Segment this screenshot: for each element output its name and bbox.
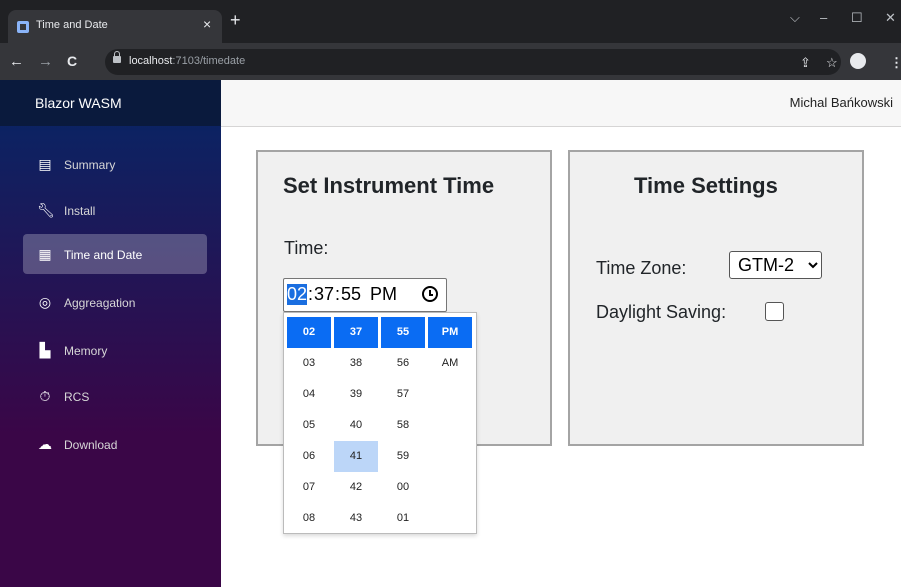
tab-title: Time and Date (36, 19, 108, 31)
sidebar-item-label: Memory (64, 344, 108, 358)
sidebar-item-aggreagation[interactable]: ◎ Aggreagation (23, 282, 207, 322)
minute-option[interactable]: 43 (334, 503, 378, 534)
daylight-saving-checkbox[interactable] (765, 302, 784, 321)
brand-bar: Blazor WASM (0, 80, 221, 126)
url-text: localhost:7103/timedate (129, 55, 246, 67)
browser-tab-bar: Time and Date × + ⌵ – ☐ ✕ (0, 0, 901, 43)
second-option[interactable]: 58 (381, 410, 425, 441)
time-picker-popup: 02 03 04 05 06 07 08 37 38 39 40 41 42 4… (283, 312, 477, 534)
minute-option[interactable]: 37 (334, 317, 378, 348)
calendar-icon: ▤ (38, 156, 52, 172)
forward-icon[interactable]: → (38, 53, 53, 70)
sidebar-item-rcs[interactable]: ⏱︎ RCS (23, 376, 207, 416)
new-tab-icon[interactable]: + (230, 11, 241, 29)
lock-icon (113, 51, 121, 63)
hour-option[interactable]: 08 (287, 503, 331, 534)
sidebar-item-install[interactable]: 🔧︎ Install (23, 190, 207, 230)
second-option[interactable]: 59 (381, 441, 425, 472)
sidebar-item-label: RCS (64, 390, 90, 404)
close-window-icon[interactable]: ✕ (885, 10, 896, 26)
stopwatch-icon: ⏱︎ (39, 388, 51, 404)
second-option[interactable]: 56 (381, 348, 425, 379)
minute-option[interactable]: 38 (334, 348, 378, 379)
sidebar-item-summary[interactable]: ▤ Summary (23, 144, 207, 184)
hour-option[interactable]: 06 (287, 441, 331, 472)
minute-option[interactable]: 42 (334, 472, 378, 503)
ampm-column: PM AM (428, 317, 472, 379)
hour-option[interactable]: 05 (287, 410, 331, 441)
maximize-icon[interactable]: ☐ (851, 10, 863, 26)
share-icon[interactable]: ⇪ (800, 55, 811, 71)
seconds-column: 55 56 57 58 59 00 01 (381, 317, 425, 534)
sidebar-item-label: Download (64, 438, 118, 452)
top-row: Michal Bańkowski (221, 80, 901, 127)
sidebar-item-label: Summary (64, 158, 116, 172)
time-settings-card: Time Settings Time Zone: Daylight Saving… (568, 150, 864, 446)
minute-option[interactable]: 39 (334, 379, 378, 410)
dashboard-icon: ◎ (38, 294, 52, 310)
hour-option[interactable]: 04 (287, 379, 331, 410)
card-title: Time Settings (634, 173, 778, 198)
star-icon[interactable]: ☆ (826, 55, 838, 71)
file-icon: ▙ (39, 342, 51, 358)
user-name: Michal Bańkowski (789, 95, 893, 110)
sidebar-item-label: Install (64, 204, 96, 218)
back-icon[interactable]: ← (9, 53, 24, 70)
sidebar-item-label: Aggreagation (64, 296, 136, 310)
calculator-icon: ▦ (38, 246, 52, 262)
sidebar-item-label: Time and Date (64, 248, 143, 262)
minimize-icon[interactable]: – (820, 10, 827, 25)
ampm-segment[interactable]: PM (370, 284, 397, 305)
sidebar-item-time-and-date[interactable]: ▦ Time and Date (23, 234, 207, 274)
minutes-column: 37 38 39 40 41 42 43 (334, 317, 378, 534)
hour-segment[interactable]: 02 (287, 284, 308, 305)
time-input[interactable]: 02 : 37 : 55 PM (283, 278, 447, 312)
tab-close-icon[interactable]: × (203, 16, 211, 32)
sidebar: Blazor WASM ▤ Summary 🔧︎ Install ▦ Time … (0, 80, 221, 587)
second-option[interactable]: 57 (381, 379, 425, 410)
ampm-option[interactable]: AM (428, 348, 472, 379)
ampm-option[interactable]: PM (428, 317, 472, 348)
second-segment[interactable]: 55 (341, 284, 361, 305)
time-label: Time: (284, 238, 329, 258)
reload-icon[interactable]: C (67, 53, 77, 69)
browser-tab[interactable]: Time and Date × (8, 10, 222, 43)
profile-icon[interactable] (850, 53, 866, 69)
browser-toolbar: ← → C localhost:7103/timedate ⇪ ☆ ⋮ (0, 43, 901, 80)
tab-search-icon[interactable]: ⌵ (790, 10, 800, 26)
page-favicon-icon (17, 21, 29, 33)
minute-option[interactable]: 40 (334, 410, 378, 441)
hour-option[interactable]: 07 (287, 472, 331, 503)
sidebar-item-memory[interactable]: ▙ Memory (23, 330, 207, 370)
second-option[interactable]: 00 (381, 472, 425, 503)
address-bar[interactable]: localhost:7103/timedate (105, 49, 841, 75)
cloud-download-icon: ☁ (38, 436, 52, 452)
menu-icon[interactable]: ⋮ (890, 55, 901, 71)
minute-segment[interactable]: 37 (314, 284, 334, 305)
timezone-select[interactable]: GTM-2 (729, 251, 822, 279)
hours-column: 02 03 04 05 06 07 08 (287, 317, 331, 534)
daylight-saving-label: Daylight Saving: (596, 302, 727, 322)
brand-title[interactable]: Blazor WASM (35, 95, 122, 111)
minute-option[interactable]: 41 (334, 441, 378, 472)
hour-option[interactable]: 02 (287, 317, 331, 348)
card-title: Set Instrument Time (283, 173, 495, 198)
timezone-label: Time Zone: (596, 258, 687, 278)
second-option[interactable]: 01 (381, 503, 425, 534)
sidebar-item-download[interactable]: ☁ Download (23, 424, 207, 464)
hour-option[interactable]: 03 (287, 348, 331, 379)
second-option[interactable]: 55 (381, 317, 425, 348)
wrench-icon: 🔧︎ (37, 202, 55, 218)
clock-icon[interactable] (422, 286, 438, 302)
